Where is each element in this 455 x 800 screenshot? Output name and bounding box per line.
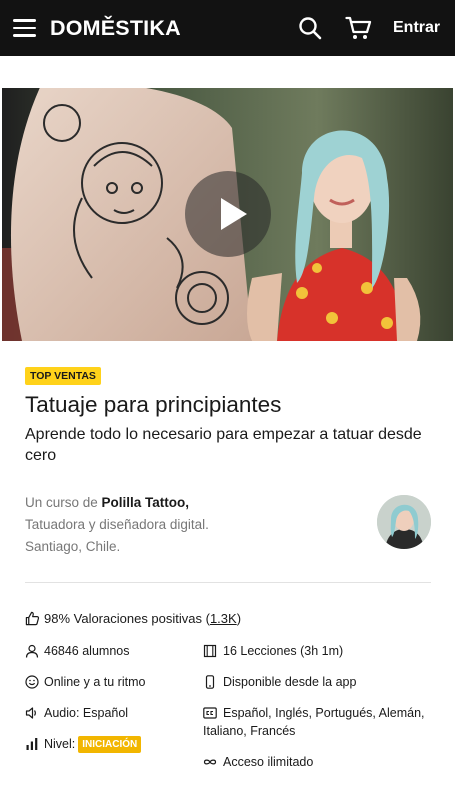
play-icon [221, 198, 247, 230]
app-info: Disponible desde la app [223, 675, 357, 689]
section-divider [25, 582, 431, 583]
author-info: Un curso de Polilla Tattoo, Tatuadora y … [25, 492, 365, 558]
course-title: Tatuaje para principiantes [25, 392, 282, 417]
author-location: Santiago, Chile. [25, 539, 121, 554]
level-badge: INICIACIÓN [78, 736, 142, 753]
thumbs-up-icon [25, 611, 40, 626]
author-role: Tatuadora y diseñadora digital. [25, 517, 209, 532]
header-spacer [0, 56, 455, 88]
author-name-link[interactable]: Polilla Tattoo, [102, 495, 190, 510]
pace-info: Online y a tu ritmo [44, 675, 146, 689]
students-count: 46846 alumnos [44, 644, 130, 658]
login-link[interactable]: Entrar [393, 18, 440, 38]
access-info: Acceso ilimitado [223, 755, 314, 769]
author-prefix: Un curso de [25, 495, 102, 510]
top-navigation-bar: DOMĚSTIKA Entrar [0, 0, 455, 56]
subtitles-line1: Español, Inglés, Portugués, Alemán, [223, 706, 425, 720]
speaker-icon [25, 707, 36, 719]
user-icon [25, 644, 39, 658]
domestika-logo[interactable]: DOMĚSTIKA [50, 14, 181, 42]
course-video-player[interactable] [2, 88, 453, 341]
phone-icon [205, 675, 215, 689]
menu-icon[interactable] [13, 17, 37, 39]
lessons-info: 16 Lecciones (3h 1m) [223, 644, 344, 658]
level-label: Nivel: [44, 737, 76, 751]
infinity-icon [203, 759, 217, 765]
cart-icon[interactable] [345, 15, 372, 41]
level-info: Nivel: INICIACIÓN [44, 735, 142, 753]
rating-count-link[interactable]: 1.3K [210, 611, 237, 626]
audio-info: Audio: Español [44, 706, 129, 720]
author-avatar[interactable] [377, 495, 431, 549]
rating-summary: 98% Valoraciones positivas (1.3K) [25, 609, 241, 629]
film-icon [203, 644, 217, 658]
rating-close: ) [236, 611, 242, 626]
search-icon[interactable] [298, 16, 322, 40]
bars-icon [26, 738, 38, 750]
course-subtitle: Aprende todo lo necesario para empezar a… [25, 426, 422, 464]
play-button[interactable] [185, 171, 271, 257]
subtitles-info: Español, Inglés, Portugués, Alemán, Ital… [203, 704, 433, 740]
subtitles-line2: Italiano, Francés [203, 724, 296, 738]
top-sales-badge: TOP VENTAS [25, 367, 101, 385]
rating-text: 98% Valoraciones positivas ( [44, 611, 210, 626]
smile-icon [25, 675, 39, 689]
